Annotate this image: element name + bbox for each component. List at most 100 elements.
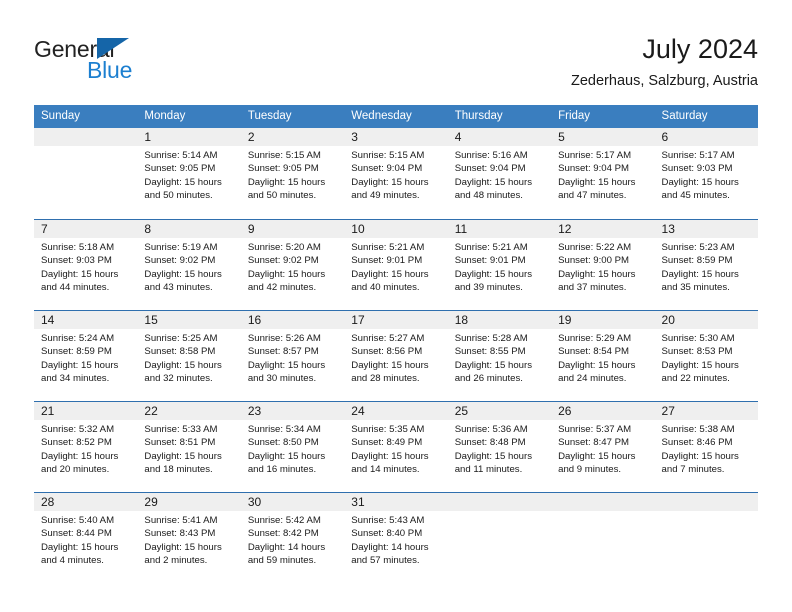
general-blue-logo[interactable]: General Blue [34,36,234,92]
day-detail-line: Sunrise: 5:25 AM [144,333,218,344]
day-detail-line: and 30 minutes. [247,372,317,384]
calendar-grid: Sunday Monday Tuesday Wednesday Thursday Frid… [34,105,758,583]
day-details: Sunrise: 5:21 AM Sunset: 9:01 PM Daylight:… [448,238,551,294]
day-cell-27[interactable]: 27 Sunrise: 5:38 AM Sunset: 8:46 PM Dayligh… [654,402,758,492]
day-detail-line: and 44 minutes. [41,281,110,293]
day-cell-11[interactable]: 11 Sunrise: 5:21 AM Sunset: 9:01 PM Dayligh… [447,220,552,310]
day-cell-29[interactable]: 29 Sunrise: 5:41 AM Sunset: 8:43 PM Dayligh… [137,493,241,583]
day-details: Sunrise: 5:25 AM Sunset: 8:58 PM Daylight:… [137,329,240,385]
day-detail-line: Sunset: 9:04 PM [454,163,526,175]
day-cell-23[interactable]: 23 Sunrise: 5:34 AM Sunset: 8:50 PM Dayligh… [240,402,345,492]
day-cell-16[interactable]: 16 Sunrise: 5:26 AM Sunset: 8:57 PM Dayligh… [240,311,345,401]
day-detail-line: Daylight: 15 hours [144,268,222,280]
day-detail-line: and 40 minutes. [351,281,420,293]
day-cell-25[interactable]: 25 Sunrise: 5:36 AM Sunset: 8:48 PM Dayligh… [447,402,552,492]
day-detail-line: and 26 minutes. [454,372,523,384]
day-cell-empty [34,128,138,219]
day-detail-line: Daylight: 15 hours [351,268,429,280]
day-detail-line: Daylight: 15 hours [661,450,739,462]
day-detail-line: Sunset: 9:05 PM [144,163,216,175]
day-detail-line: and 59 minutes. [247,554,317,566]
calendar-week-row: 7 Sunrise: 5:18 AM Sunset: 9:03 PM Daylight… [34,219,758,310]
title-block: July 2024 Zederhaus, Salzburg, Austria [571,32,758,90]
day-cell-22[interactable]: 22 Sunrise: 5:33 AM Sunset: 8:51 PM Dayligh… [137,402,241,492]
day-cell-5[interactable]: 5 Sunrise: 5:17 AM Sunset: 9:04 PM Daylight… [551,128,655,219]
day-cell-20[interactable]: 20 Sunrise: 5:30 AM Sunset: 8:53 PM Dayligh… [654,311,758,401]
day-detail-line: and 49 minutes. [351,189,420,201]
day-cell-15[interactable]: 15 Sunrise: 5:25 AM Sunset: 8:58 PM Dayligh… [137,311,241,401]
day-number: 5 [551,128,655,146]
day-detail-line: Sunrise: 5:34 AM [247,424,321,435]
day-cell-13[interactable]: 13 Sunrise: 5:23 AM Sunset: 8:59 PM Dayligh… [654,220,758,310]
day-detail-line: Daylight: 15 hours [247,450,326,462]
calendar-week-row: 14 Sunrise: 5:24 AM Sunset: 8:59 PM Dayligh… [34,310,758,401]
day-detail-line: Sunrise: 5:18 AM [41,242,115,253]
day-detail-line: and 9 minutes. [558,463,622,475]
day-cell-21[interactable]: 21 Sunrise: 5:32 AM Sunset: 8:52 PM Dayligh… [34,402,138,492]
day-detail-line: and 39 minutes. [454,281,523,293]
day-number: 26 [551,402,655,420]
day-details: Sunrise: 5:29 AM Sunset: 8:54 PM Daylight:… [551,329,654,385]
day-cell-12[interactable]: 12 Sunrise: 5:22 AM Sunset: 9:00 PM Dayligh… [551,220,655,310]
calendar-weeks: 1 Sunrise: 5:14 AM Sunset: 9:05 PM Daylight… [34,128,758,583]
day-cell-3[interactable]: 3 Sunrise: 5:15 AM Sunset: 9:04 PM Daylight… [344,128,448,219]
day-detail-line: and 11 minutes. [454,463,523,475]
day-number: 11 [447,220,552,238]
day-number: 27 [654,402,758,420]
day-detail-line: Sunrise: 5:28 AM [454,333,528,344]
day-cell-26[interactable]: 26 Sunrise: 5:37 AM Sunset: 8:47 PM Dayligh… [551,402,655,492]
day-details: Sunrise: 5:40 AM Sunset: 8:44 PM Daylight:… [34,511,137,567]
calendar-page: General Blue July 2024 Zederhaus, Salzbu… [0,0,792,612]
day-detail-line: Daylight: 14 hours [351,541,429,553]
day-detail-line: Daylight: 15 hours [454,176,533,188]
day-cell-8[interactable]: 8 Sunrise: 5:19 AM Sunset: 9:02 PM Daylight… [137,220,241,310]
day-number: 9 [240,220,345,238]
day-detail-line: and 20 minutes. [41,463,110,475]
day-cell-4[interactable]: 4 Sunrise: 5:16 AM Sunset: 9:04 PM Daylight… [447,128,552,219]
day-cell-31[interactable]: 31 Sunrise: 5:43 AM Sunset: 8:40 PM Dayligh… [344,493,448,583]
day-number: 28 [34,493,138,511]
day-cell-2[interactable]: 2 Sunrise: 5:15 AM Sunset: 9:05 PM Daylight… [240,128,345,219]
day-cell-30[interactable]: 30 Sunrise: 5:42 AM Sunset: 8:42 PM Dayligh… [240,493,345,583]
day-details: Sunrise: 5:20 AM Sunset: 9:02 PM Daylight:… [241,238,344,294]
day-cell-18[interactable]: 18 Sunrise: 5:28 AM Sunset: 8:55 PM Dayligh… [447,311,552,401]
day-detail-line: and 37 minutes. [558,281,627,293]
day-cell-7[interactable]: 7 Sunrise: 5:18 AM Sunset: 9:03 PM Daylight… [34,220,138,310]
day-detail-line: Sunset: 8:59 PM [661,255,733,267]
calendar-week-row: 21 Sunrise: 5:32 AM Sunset: 8:52 PM Dayligh… [34,401,758,492]
day-cell-28[interactable]: 28 Sunrise: 5:40 AM Sunset: 8:44 PM Dayligh… [34,493,138,583]
day-number: 6 [654,128,758,146]
day-cell-19[interactable]: 19 Sunrise: 5:29 AM Sunset: 8:54 PM Dayligh… [551,311,655,401]
day-detail-line: Sunrise: 5:20 AM [247,242,321,253]
day-detail-line: Daylight: 15 hours [661,359,739,371]
day-cell-14[interactable]: 14 Sunrise: 5:24 AM Sunset: 8:59 PM Dayligh… [34,311,138,401]
day-number: 15 [137,311,241,329]
day-detail-line: Daylight: 15 hours [558,176,636,188]
day-number [447,493,552,511]
day-detail-line: and 2 minutes. [144,554,208,566]
weekday-header-wednesday: Wednesday [351,110,412,122]
page-subtitle: Zederhaus, Salzburg, Austria [571,73,758,89]
day-detail-line: and 45 minutes. [661,189,730,201]
day-cell-1[interactable]: 1 Sunrise: 5:14 AM Sunset: 9:05 PM Daylight… [137,128,241,219]
day-cell-24[interactable]: 24 Sunrise: 5:35 AM Sunset: 8:49 PM Dayligh… [344,402,448,492]
day-details: Sunrise: 5:14 AM Sunset: 9:05 PM Daylight:… [137,146,240,202]
day-detail-line: Sunset: 9:01 PM [454,255,526,267]
day-number: 19 [551,311,655,329]
day-cell-9[interactable]: 9 Sunrise: 5:20 AM Sunset: 9:02 PM Daylight… [240,220,345,310]
day-details: Sunrise: 5:32 AM Sunset: 8:52 PM Daylight:… [34,420,137,476]
triangle-icon [97,38,129,59]
day-detail-line: Daylight: 15 hours [661,176,739,188]
day-detail-line: Sunrise: 5:29 AM [558,333,632,344]
day-detail-line: Sunset: 8:47 PM [558,437,630,449]
day-cell-17[interactable]: 17 Sunrise: 5:27 AM Sunset: 8:56 PM Dayligh… [344,311,448,401]
day-detail-line: Sunrise: 5:30 AM [661,333,735,344]
day-detail-line: and 4 minutes. [41,554,104,566]
day-detail-line: Sunset: 9:03 PM [41,255,112,267]
day-cell-10[interactable]: 10 Sunrise: 5:21 AM Sunset: 9:01 PM Dayligh… [344,220,448,310]
day-detail-line: Sunset: 8:52 PM [41,437,112,449]
day-cell-6[interactable]: 6 Sunrise: 5:17 AM Sunset: 9:03 PM Daylight… [654,128,758,219]
day-detail-line: Daylight: 15 hours [454,268,533,280]
day-detail-line: Sunset: 9:04 PM [351,163,423,175]
day-detail-line: Daylight: 15 hours [41,359,119,371]
